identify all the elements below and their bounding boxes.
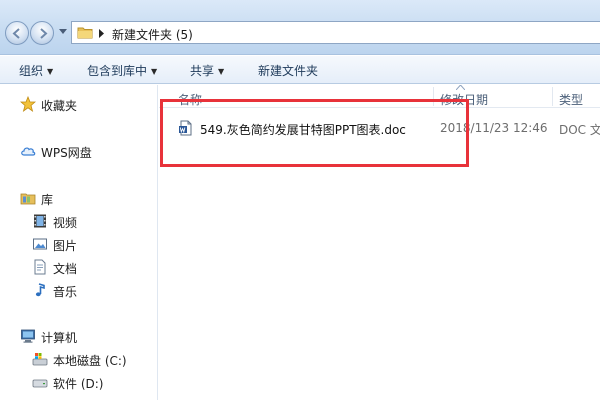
address-bar-strip: 新建文件夹 (5) bbox=[0, 0, 600, 55]
organize-label: 组织 bbox=[19, 64, 44, 78]
hard-drive-icon bbox=[32, 379, 48, 388]
file-date-modified: 2018/11/23 12:46 bbox=[440, 121, 548, 135]
organize-button[interactable]: 组织 ▼ bbox=[19, 62, 53, 79]
chevron-down-icon: ▼ bbox=[218, 67, 225, 76]
recent-pages-dropdown-icon[interactable] bbox=[59, 29, 67, 35]
column-divider[interactable] bbox=[433, 87, 434, 106]
system-drive-icon bbox=[32, 353, 48, 366]
navigation-pane: 收藏夹 WPS网盘 库 视频 图片 文档 音乐 计算机 本地磁盘 (C:) 软件… bbox=[0, 85, 158, 400]
sidebar-item-label: 库 bbox=[41, 193, 54, 207]
breadcrumb-separator-icon[interactable] bbox=[99, 29, 105, 38]
column-type[interactable]: 类型 bbox=[559, 91, 583, 108]
chevron-down-icon: ▼ bbox=[151, 67, 158, 76]
include-in-library-button[interactable]: 包含到库中 ▼ bbox=[87, 62, 157, 79]
folder-icon bbox=[77, 27, 93, 39]
sidebar-item-label: 图片 bbox=[53, 239, 78, 253]
computer-icon bbox=[21, 329, 35, 343]
back-button[interactable] bbox=[5, 21, 29, 45]
command-toolbar: 组织 ▼ 包含到库中 ▼ 共享 ▼ 新建文件夹 bbox=[0, 56, 600, 84]
column-divider[interactable] bbox=[552, 87, 553, 106]
sidebar-item-label: 计算机 bbox=[41, 331, 78, 345]
document-icon bbox=[34, 259, 46, 275]
star-icon bbox=[20, 96, 36, 112]
file-name: 549.灰色简约发展甘特图PPT图表.doc bbox=[200, 123, 406, 137]
music-note-icon bbox=[35, 283, 45, 297]
new-folder-label: 新建文件夹 bbox=[258, 64, 319, 78]
chevron-down-icon: ▼ bbox=[47, 67, 54, 76]
column-name[interactable]: 名称 bbox=[178, 91, 202, 108]
sidebar-item-label: 收藏夹 bbox=[41, 99, 78, 113]
back-arrow-icon bbox=[12, 28, 20, 39]
sidebar-item-label: WPS网盘 bbox=[41, 146, 92, 160]
cloud-icon bbox=[21, 147, 36, 156]
column-header-row: 名称 修改日期 类型 bbox=[159, 85, 600, 108]
new-folder-button[interactable]: 新建文件夹 bbox=[258, 62, 318, 79]
address-field[interactable]: 新建文件夹 (5) bbox=[71, 21, 600, 44]
file-type: DOC 文 bbox=[559, 123, 600, 137]
forward-button[interactable] bbox=[30, 21, 54, 45]
forward-arrow-icon bbox=[40, 28, 48, 39]
column-date-modified[interactable]: 修改日期 bbox=[440, 91, 488, 108]
share-label: 共享 bbox=[190, 64, 215, 78]
library-icon bbox=[20, 193, 36, 205]
sidebar-item-label: 软件 (D:) bbox=[53, 377, 104, 391]
film-icon bbox=[34, 214, 46, 228]
word-doc-icon bbox=[179, 120, 192, 136]
sidebar-item-label: 文档 bbox=[53, 262, 78, 276]
sidebar-item-label: 本地磁盘 (C:) bbox=[53, 354, 127, 368]
picture-icon bbox=[33, 238, 47, 250]
breadcrumb-current-folder[interactable]: 新建文件夹 (5) bbox=[112, 26, 193, 43]
sidebar-item-label: 视频 bbox=[53, 216, 78, 230]
sort-ascending-icon bbox=[456, 85, 465, 90]
file-list-item[interactable]: 549.灰色简约发展甘特图PPT图表.doc 2018/11/23 12:46 … bbox=[159, 117, 600, 139]
share-button[interactable]: 共享 ▼ bbox=[190, 62, 224, 79]
include-in-library-label: 包含到库中 bbox=[87, 64, 148, 78]
sidebar-item-label: 音乐 bbox=[53, 285, 78, 299]
